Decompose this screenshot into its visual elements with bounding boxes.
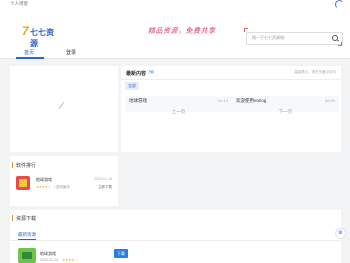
next-page-button[interactable]: 下一页 xyxy=(232,109,339,115)
latest-item-date: 01-14 xyxy=(217,98,228,103)
search-input[interactable]: 搜一下七七资源吧! xyxy=(252,35,285,41)
download-now-button[interactable]: 立即下载 xyxy=(98,185,112,190)
software-ranking-panel: 软件排行 地球游戏 ★★★★☆ / 游戏娱乐 2023-01-16 立即下载 xyxy=(10,156,118,206)
app-name[interactable]: 地球游戏 xyxy=(40,251,56,257)
main-nav: 首页 登录 xyxy=(0,46,350,59)
search-icon[interactable] xyxy=(332,35,338,41)
latest-item[interactable]: 欢迎使用emlog 00:00 下一页 xyxy=(232,96,339,115)
latest-item-date: 00:00 xyxy=(324,98,335,103)
rating-stars-icon: ★★★★☆ xyxy=(36,185,51,189)
latest-notice: 温馨提示，请在页面中访问 xyxy=(294,70,336,74)
site-brand[interactable]: 个人博客 xyxy=(10,1,28,7)
nav-home[interactable]: 首页 xyxy=(24,49,34,56)
settings-icon[interactable]: ⚙ xyxy=(335,228,346,239)
nav-login[interactable]: 登录 xyxy=(66,49,76,56)
app-date: 2023-01-16 xyxy=(94,177,112,181)
downloads-title: 资源下载 xyxy=(16,216,37,222)
divider xyxy=(121,79,341,80)
app-category: / 游戏娱乐 xyxy=(54,185,70,189)
app-date: 2023-01-14 xyxy=(40,258,58,262)
app-thumbnail[interactable] xyxy=(16,176,30,190)
banner-slider[interactable] xyxy=(10,66,118,152)
app-name[interactable]: 地球游戏 xyxy=(36,177,52,183)
latest-item-title[interactable]: 地球游戏 xyxy=(129,98,147,104)
loading-spinner-icon xyxy=(335,0,344,9)
latest-title: 最新内容 xyxy=(126,71,147,77)
latest-item-title[interactable]: 欢迎使用emlog xyxy=(236,98,266,104)
divider xyxy=(10,240,341,241)
latest-count-badge: +8 xyxy=(147,70,155,74)
loading-icon xyxy=(58,102,71,114)
site-slogan: 精品资源，免费共享 xyxy=(148,27,216,35)
tab-latest-resources[interactable]: 最新资源 xyxy=(18,232,36,238)
prev-page-button[interactable]: 上一页 xyxy=(125,109,232,115)
nav-active-underline xyxy=(16,57,44,59)
ranking-title: 软件排行 xyxy=(16,163,37,169)
logo-mark-icon: 7 xyxy=(22,24,29,38)
latest-item[interactable]: 地球游戏 01-14 上一页 xyxy=(125,96,232,115)
section-accent xyxy=(12,162,13,168)
rating-stars-icon: ★★★★☆ xyxy=(62,258,78,262)
search-box[interactable]: 搜一下七七资源吧! xyxy=(246,32,343,45)
latest-content-panel: 最新内容 +8 温馨提示，请在页面中访问 全部 地球游戏 01-14 上一页 欢… xyxy=(121,66,341,152)
section-accent xyxy=(12,215,13,221)
site-logo[interactable]: 7 七七资源 xyxy=(22,24,60,48)
tab-all[interactable]: 全部 xyxy=(125,82,139,90)
app-thumbnail[interactable] xyxy=(18,248,36,263)
download-button[interactable]: 下载 xyxy=(114,249,128,258)
resource-download-panel: 资源下载 最新资源 地球游戏 2023-01-14 ★★★★☆ 下载 xyxy=(10,210,341,263)
